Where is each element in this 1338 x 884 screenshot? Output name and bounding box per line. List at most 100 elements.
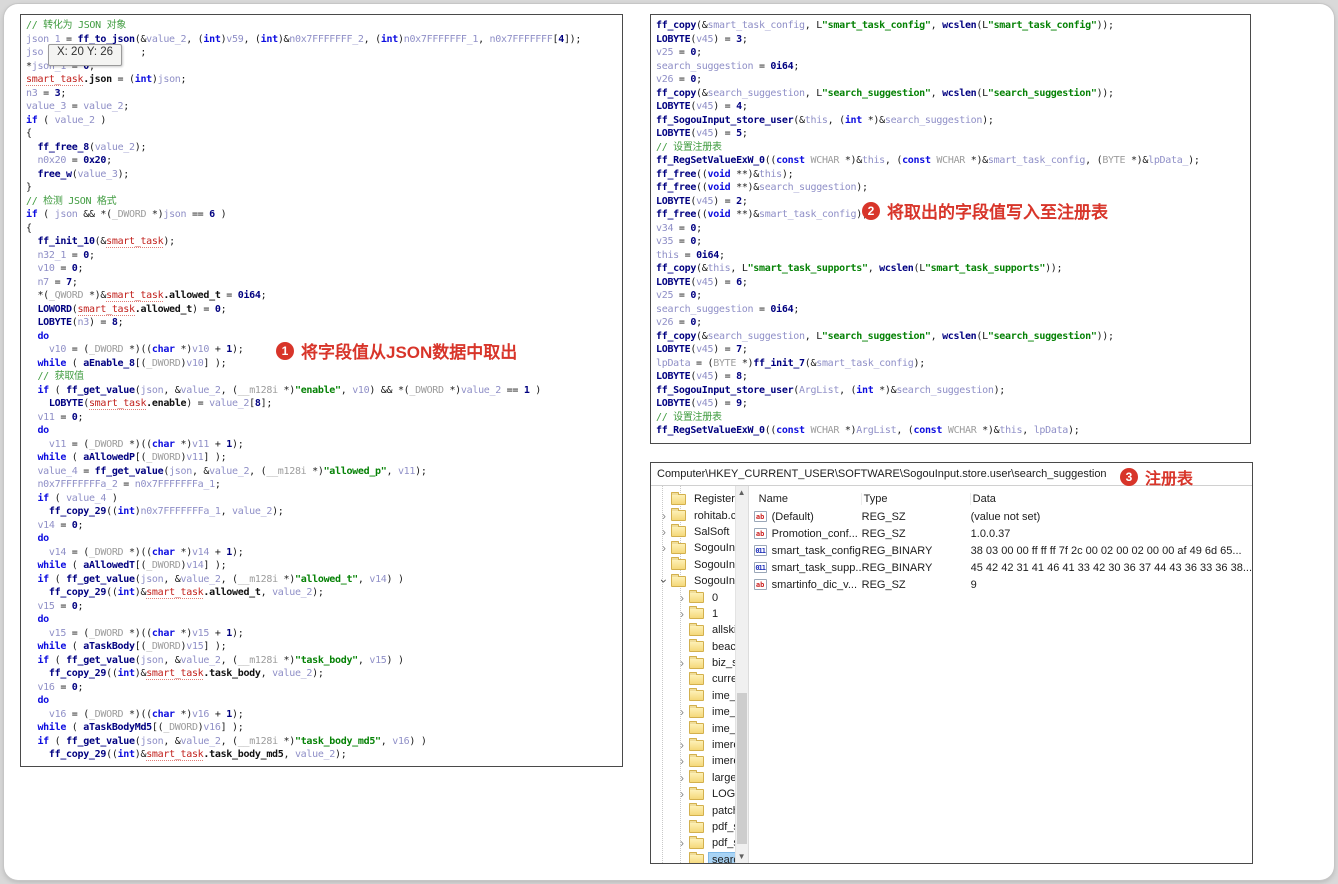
code-line[interactable]: do (26, 694, 622, 708)
chevron-right-icon[interactable]: › (675, 607, 689, 621)
code-line[interactable]: while ( aTaskBodyMd5[(_DWORD)v16] ); (26, 721, 622, 735)
code-line[interactable]: LOBYTE(v45) = 9; (656, 397, 1250, 411)
code-line[interactable]: free_w(value_3); (26, 168, 622, 182)
code-line[interactable]: LOBYTE(v45) = 5; (656, 127, 1250, 141)
tree-item-LOG[interactable]: › LOG (651, 786, 748, 802)
code-line[interactable]: ff_init_10(&smart_task); (26, 235, 622, 249)
value-name[interactable]: Promotion_conf... (772, 528, 862, 540)
code-line[interactable]: if ( ff_get_value(json, &value_2, (__m12… (26, 573, 622, 587)
tree-item-rohitab.com[interactable]: › rohitab.com (651, 507, 748, 523)
code-line[interactable]: // 转化为 JSON 对象 (26, 19, 622, 33)
tree-item-large_model[interactable]: ›large_model (651, 770, 748, 786)
tree-item-SogouInput.ppup[interactable]: ›SogouInput.ppup (651, 557, 748, 573)
code-line[interactable]: do (26, 424, 622, 438)
code-line[interactable]: n0x20 = 0x20; (26, 154, 622, 168)
tree-item-SogouInput.store.user[interactable]: ›SogouInput.store.user (651, 573, 748, 589)
code-line[interactable]: n32_1 = 0; (26, 249, 622, 263)
code-line[interactable]: v10 = 0; (26, 262, 622, 276)
code-line[interactable]: ff_copy_29((int)n0x7FFFFFFFa_1, value_2)… (26, 505, 622, 519)
tree-item-SalSoft[interactable]: › SalSoft (651, 524, 748, 540)
code-line[interactable]: ff_copy(&search_suggestion, L"search_sug… (656, 87, 1250, 101)
code-line[interactable]: n3 = 3; (26, 87, 622, 101)
code-line[interactable]: if ( ff_get_value(json, &value_2, (__m12… (26, 735, 622, 749)
tree-item-ime_cfg_shiply[interactable]: ›ime_cfg_shiply (651, 688, 748, 704)
tree-item-patchupgrade[interactable]: ›patchupgrade (651, 802, 748, 818)
code-line[interactable]: v14 = 0; (26, 519, 622, 533)
code-line[interactable]: v26 = 0; (656, 316, 1250, 330)
tree-item-pdf_statistics[interactable]: ›pdf_statistics (651, 819, 748, 835)
column-header-data[interactable]: Data (971, 493, 1252, 505)
code-line[interactable]: ff_SogouInput_store_user(ArgList, (int *… (656, 384, 1250, 398)
chevron-right-icon[interactable]: › (675, 787, 689, 801)
code-line[interactable]: // 设置注册表 (656, 411, 1250, 425)
code-line[interactable]: n0x7FFFFFFFa_2 = n0x7FFFFFFFa_1; (26, 478, 622, 492)
tree-item-beacon_main_switch[interactable]: ›beacon_main_switch (651, 639, 748, 655)
tree-item-biz_shellext[interactable]: ›biz_shellext (651, 655, 748, 671)
code-line[interactable]: v14 = (_DWORD *)((char *)v14 + 1); (26, 546, 622, 560)
code-line[interactable]: ff_copy(&this, L"smart_task_supports", w… (656, 262, 1250, 276)
tree-item-label[interactable]: 1 (709, 607, 721, 621)
code-line[interactable]: v25 = 0; (656, 289, 1250, 303)
chevron-down-icon[interactable]: › (657, 574, 671, 588)
scroll-up-icon[interactable]: ▲ (736, 488, 748, 497)
registry-value-row[interactable]: ab smartinfo_dic_v... REG_SZ 9 (749, 576, 1252, 593)
chevron-right-icon[interactable]: › (675, 836, 689, 850)
code-line[interactable]: LOBYTE(v45) = 4; (656, 100, 1250, 114)
code-line[interactable]: ff_RegSetValueExW_0((const WCHAR *)&this… (656, 154, 1250, 168)
registry-value-row[interactable]: ab Promotion_conf... REG_SZ 1.0.0.37 (749, 525, 1252, 542)
scroll-down-icon[interactable]: ▼ (736, 852, 748, 861)
column-header-name[interactable]: Name (749, 493, 862, 505)
code-line[interactable]: if ( ff_get_value(json, &value_2, (__m12… (26, 384, 622, 398)
chevron-right-icon[interactable]: › (675, 754, 689, 768)
code-line[interactable]: ff_copy(&search_suggestion, L"search_sug… (656, 330, 1250, 344)
tree-item-0[interactable]: › 0 (651, 589, 748, 605)
chevron-right-icon[interactable]: › (675, 656, 689, 670)
code-line[interactable]: LOBYTE(v45) = 6; (656, 276, 1250, 290)
chevron-right-icon[interactable]: › (657, 509, 671, 523)
tree-item-currency_tip[interactable]: ›currency_tip (651, 671, 748, 687)
code-line[interactable]: // 检测 JSON 格式 (26, 195, 622, 209)
code-line[interactable]: if ( json && *(_DWORD *)json == 6 ) (26, 208, 622, 222)
tree-item-ime_qimei[interactable]: ›ime_qimei (651, 720, 748, 736)
code-line[interactable]: v11 = (_DWORD *)((char *)v11 + 1); (26, 438, 622, 452)
code-line[interactable]: value_3 = value_2; (26, 100, 622, 114)
chevron-right-icon[interactable]: › (675, 738, 689, 752)
scrollbar-thumb[interactable] (736, 693, 747, 845)
chevron-right-icon[interactable]: › (657, 541, 671, 555)
code-line[interactable]: { (26, 222, 622, 236)
code-line[interactable]: } (26, 181, 622, 195)
code-line[interactable]: LOBYTE(v45) = 7; (656, 343, 1250, 357)
code-line[interactable]: LOBYTE(v45) = 3; (656, 33, 1250, 47)
column-header-type[interactable]: Type (862, 493, 971, 505)
tree-item-allskin_statusiconstatis[interactable]: ›allskin_statusiconstatis (651, 622, 748, 638)
code-line[interactable]: v15 = (_DWORD *)((char *)v15 + 1); (26, 627, 622, 641)
code-line[interactable]: { (26, 127, 622, 141)
code-line[interactable]: ff_SogouInput_store_user(&this, (int *)&… (656, 114, 1250, 128)
chevron-right-icon[interactable]: › (657, 525, 671, 539)
code-line[interactable]: v34 = 0; (656, 222, 1250, 236)
value-name[interactable]: smart_task_supp... (772, 562, 862, 574)
tree-item-1[interactable]: › 1 (651, 606, 748, 622)
tree-item-label[interactable]: 0 (709, 591, 721, 605)
code-line[interactable]: if ( value_2 ) (26, 114, 622, 128)
code-line[interactable]: search_suggestion = 0i64; (656, 303, 1250, 317)
registry-value-row[interactable]: ab (Default) REG_SZ (value not set) (749, 508, 1252, 525)
code-line[interactable]: v15 = 0; (26, 600, 622, 614)
registry-value-row[interactable]: 011 smart_task_config REG_BINARY 38 03 00 0… (749, 542, 1252, 559)
code-line[interactable]: ff_free((void **)&search_suggestion); (656, 181, 1250, 195)
code-line[interactable]: lpData = (BYTE *)ff_init_7(&smart_task_c… (656, 357, 1250, 371)
code-line[interactable]: ff_copy_29((int)&smart_task.task_body_md… (26, 748, 622, 762)
chevron-right-icon[interactable]: › (675, 771, 689, 785)
tree-item-imereportrealtime[interactable]: ›imereportrealtime (651, 753, 748, 769)
registry-value-row[interactable]: 011 smart_task_supp... REG_BINARY 45 42 42 … (749, 559, 1252, 576)
code-line[interactable]: search_suggestion = 0i64; (656, 60, 1250, 74)
code-line[interactable]: v25 = 0; (656, 46, 1250, 60)
tree-item-pdf_switch[interactable]: ›pdf_switch (651, 835, 748, 851)
code-line[interactable]: ff_copy_29((int)&smart_task.task_body, v… (26, 667, 622, 681)
code-line[interactable]: v26 = 0; (656, 73, 1250, 87)
code-line[interactable]: // 设置注册表 (656, 141, 1250, 155)
code-line[interactable]: LOBYTE(smart_task.enable) = value_2[8]; (26, 397, 622, 411)
code-line[interactable]: value_4 = ff_get_value(json, &value_2, (… (26, 465, 622, 479)
code-line[interactable]: while ( aTaskBody[(_DWORD)v15] ); (26, 640, 622, 654)
code-line[interactable]: n7 = 7; (26, 276, 622, 290)
